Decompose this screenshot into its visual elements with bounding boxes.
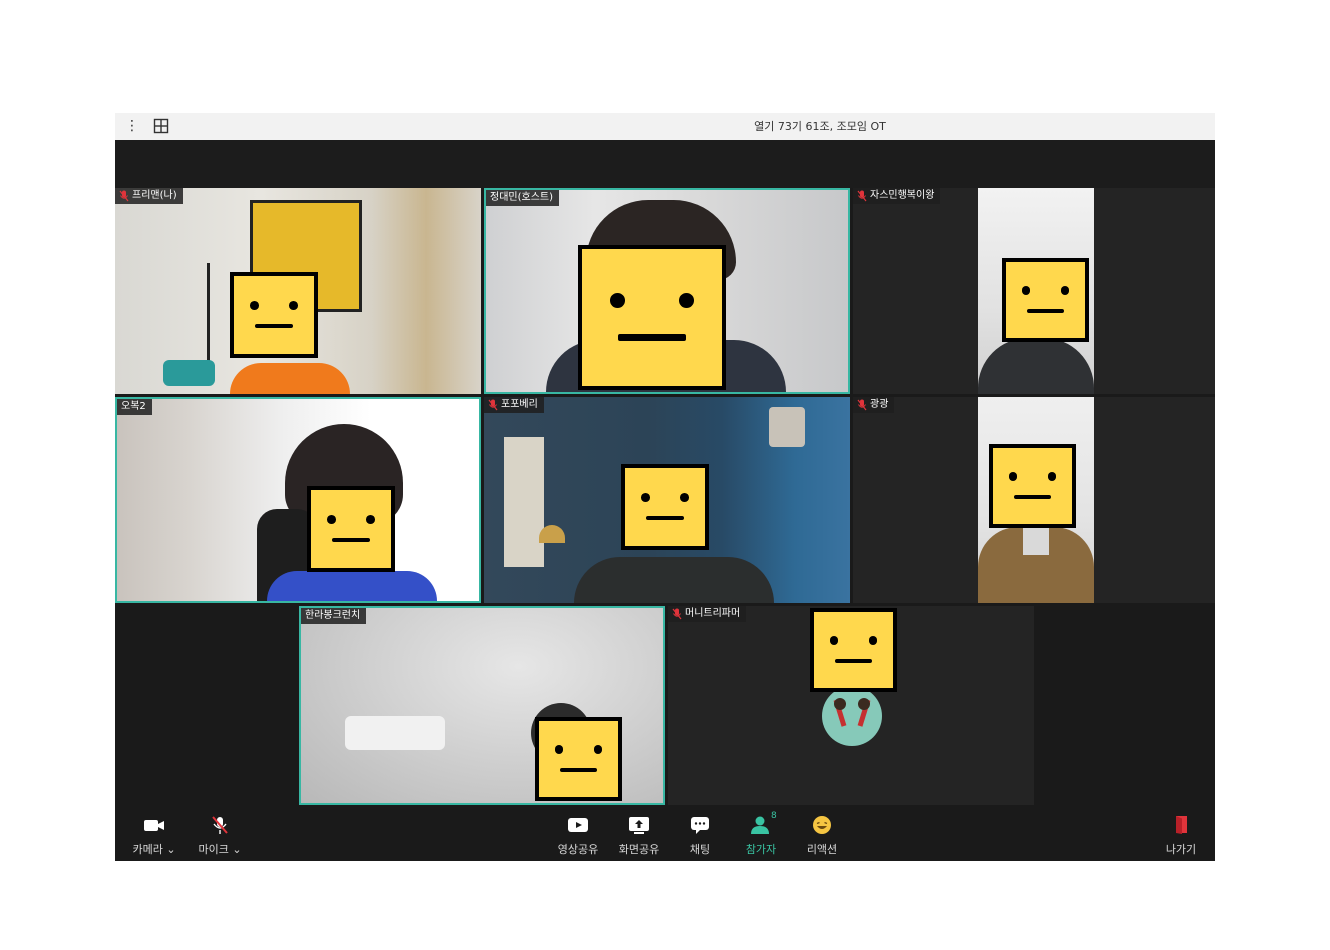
- participant-nametag: 머니트리파머: [668, 606, 747, 622]
- participant-nametag: 광광: [853, 397, 895, 413]
- mic-muted-icon: [119, 190, 129, 202]
- leave-label: 나가기: [1165, 843, 1197, 856]
- smiley-icon: [813, 816, 831, 834]
- person-body: [574, 557, 774, 603]
- video-tile[interactable]: 오복2: [115, 397, 481, 603]
- participants-count: 8: [771, 811, 777, 821]
- more-menu-icon[interactable]: ⋮: [125, 117, 139, 135]
- face-placeholder: [230, 272, 318, 358]
- face-placeholder: [621, 464, 709, 550]
- participant-nametag: 포포베리: [484, 397, 544, 413]
- participant-name: 한라봉크런치: [305, 610, 361, 621]
- participant-name: 광광: [870, 399, 889, 410]
- chevron-down-icon[interactable]: ⌄: [163, 843, 175, 856]
- face-placeholder: [810, 608, 897, 692]
- mic-label: 마이크: [198, 843, 229, 856]
- participant-nametag: 정대민(호스트): [486, 190, 560, 206]
- air-conditioner: [345, 716, 445, 750]
- participant-nametag: 오복2: [117, 399, 152, 415]
- screen-share-label: 화면공유: [618, 843, 660, 856]
- arc-lamp-shade: [769, 407, 805, 447]
- video-tile[interactable]: 광광: [853, 397, 1215, 603]
- chat-label: 채팅: [689, 843, 711, 856]
- video-tile[interactable]: 머니트리파머: [668, 606, 1034, 805]
- mic-muted-icon: [672, 608, 682, 620]
- screen-share-icon: [629, 817, 649, 834]
- participant-nametag: 한라봉크런치: [301, 608, 367, 624]
- reaction-label: 리액션: [806, 843, 838, 856]
- participants-button[interactable]: 8 참가자: [732, 805, 790, 861]
- chat-bubble-icon: [691, 817, 709, 834]
- reaction-button[interactable]: 리액션: [793, 805, 851, 861]
- participant-name: 프리맨(나): [132, 190, 177, 201]
- meeting-title: 열기 73기 61조, 조모임 OT: [754, 120, 886, 133]
- participant-nametag: 자스민행복이왕: [853, 188, 941, 204]
- camera-label: 카메라: [132, 843, 163, 856]
- mic-muted-icon: [212, 816, 228, 834]
- cushion: [163, 360, 215, 386]
- video-tile[interactable]: 한라봉크런치: [299, 606, 665, 805]
- mic-button[interactable]: 마이크 ⌄: [189, 805, 251, 861]
- play-video-icon: [568, 818, 588, 832]
- participants-label: 참가자: [745, 843, 777, 856]
- camera-button[interactable]: 카메라 ⌄: [123, 805, 185, 861]
- mic-muted-icon: [488, 399, 498, 411]
- gallery-view-icon[interactable]: [153, 118, 169, 134]
- person-shirt: [230, 363, 350, 394]
- video-share-label: 영상공유: [557, 843, 599, 856]
- chat-button[interactable]: 채팅: [671, 805, 729, 861]
- face-placeholder: [578, 245, 726, 390]
- meeting-toolbar: 카메라 ⌄ 마이크 ⌄ 영상공유 화면공유 채팅 8 참가자 리액션 나가기: [115, 805, 1215, 861]
- person-collar: [1023, 525, 1049, 555]
- title-bar: ⋮ 열기 73기 61조, 조모임 OT: [115, 113, 1215, 140]
- meeting-window: ⋮ 열기 73기 61조, 조모임 OT 프리맨(나) 정대민(호스트) 자스민…: [115, 113, 1215, 861]
- top-band: [115, 140, 1215, 188]
- profile-avatar: [822, 686, 882, 746]
- face-placeholder: [989, 444, 1076, 528]
- mic-muted-icon: [857, 399, 867, 411]
- video-share-button[interactable]: 영상공유: [549, 805, 607, 861]
- face-placeholder: [535, 717, 622, 801]
- participant-nametag: 프리맨(나): [115, 188, 183, 204]
- participant-name: 오복2: [121, 401, 146, 412]
- person-sweater: [267, 571, 437, 601]
- video-tile[interactable]: 프리맨(나): [115, 188, 481, 394]
- screen-share-button[interactable]: 화면공유: [610, 805, 668, 861]
- exit-door-icon: [1176, 816, 1187, 834]
- participant-name: 포포베리: [501, 399, 538, 410]
- chevron-down-icon[interactable]: ⌄: [229, 843, 241, 856]
- video-tile[interactable]: 정대민(호스트): [484, 188, 850, 394]
- participant-name: 정대민(호스트): [490, 192, 554, 203]
- face-placeholder: [1002, 258, 1089, 342]
- video-camera-icon: [144, 820, 164, 831]
- mic-muted-icon: [857, 190, 867, 202]
- leave-button[interactable]: 나가기: [1153, 805, 1209, 861]
- video-tile[interactable]: 포포베리: [484, 397, 850, 603]
- participant-name: 자스민행복이왕: [870, 190, 935, 201]
- participant-name: 머니트리파머: [685, 608, 741, 619]
- wall-painting: [504, 437, 544, 567]
- video-tile[interactable]: 자스민행복이왕: [853, 188, 1215, 394]
- face-placeholder: [307, 486, 395, 572]
